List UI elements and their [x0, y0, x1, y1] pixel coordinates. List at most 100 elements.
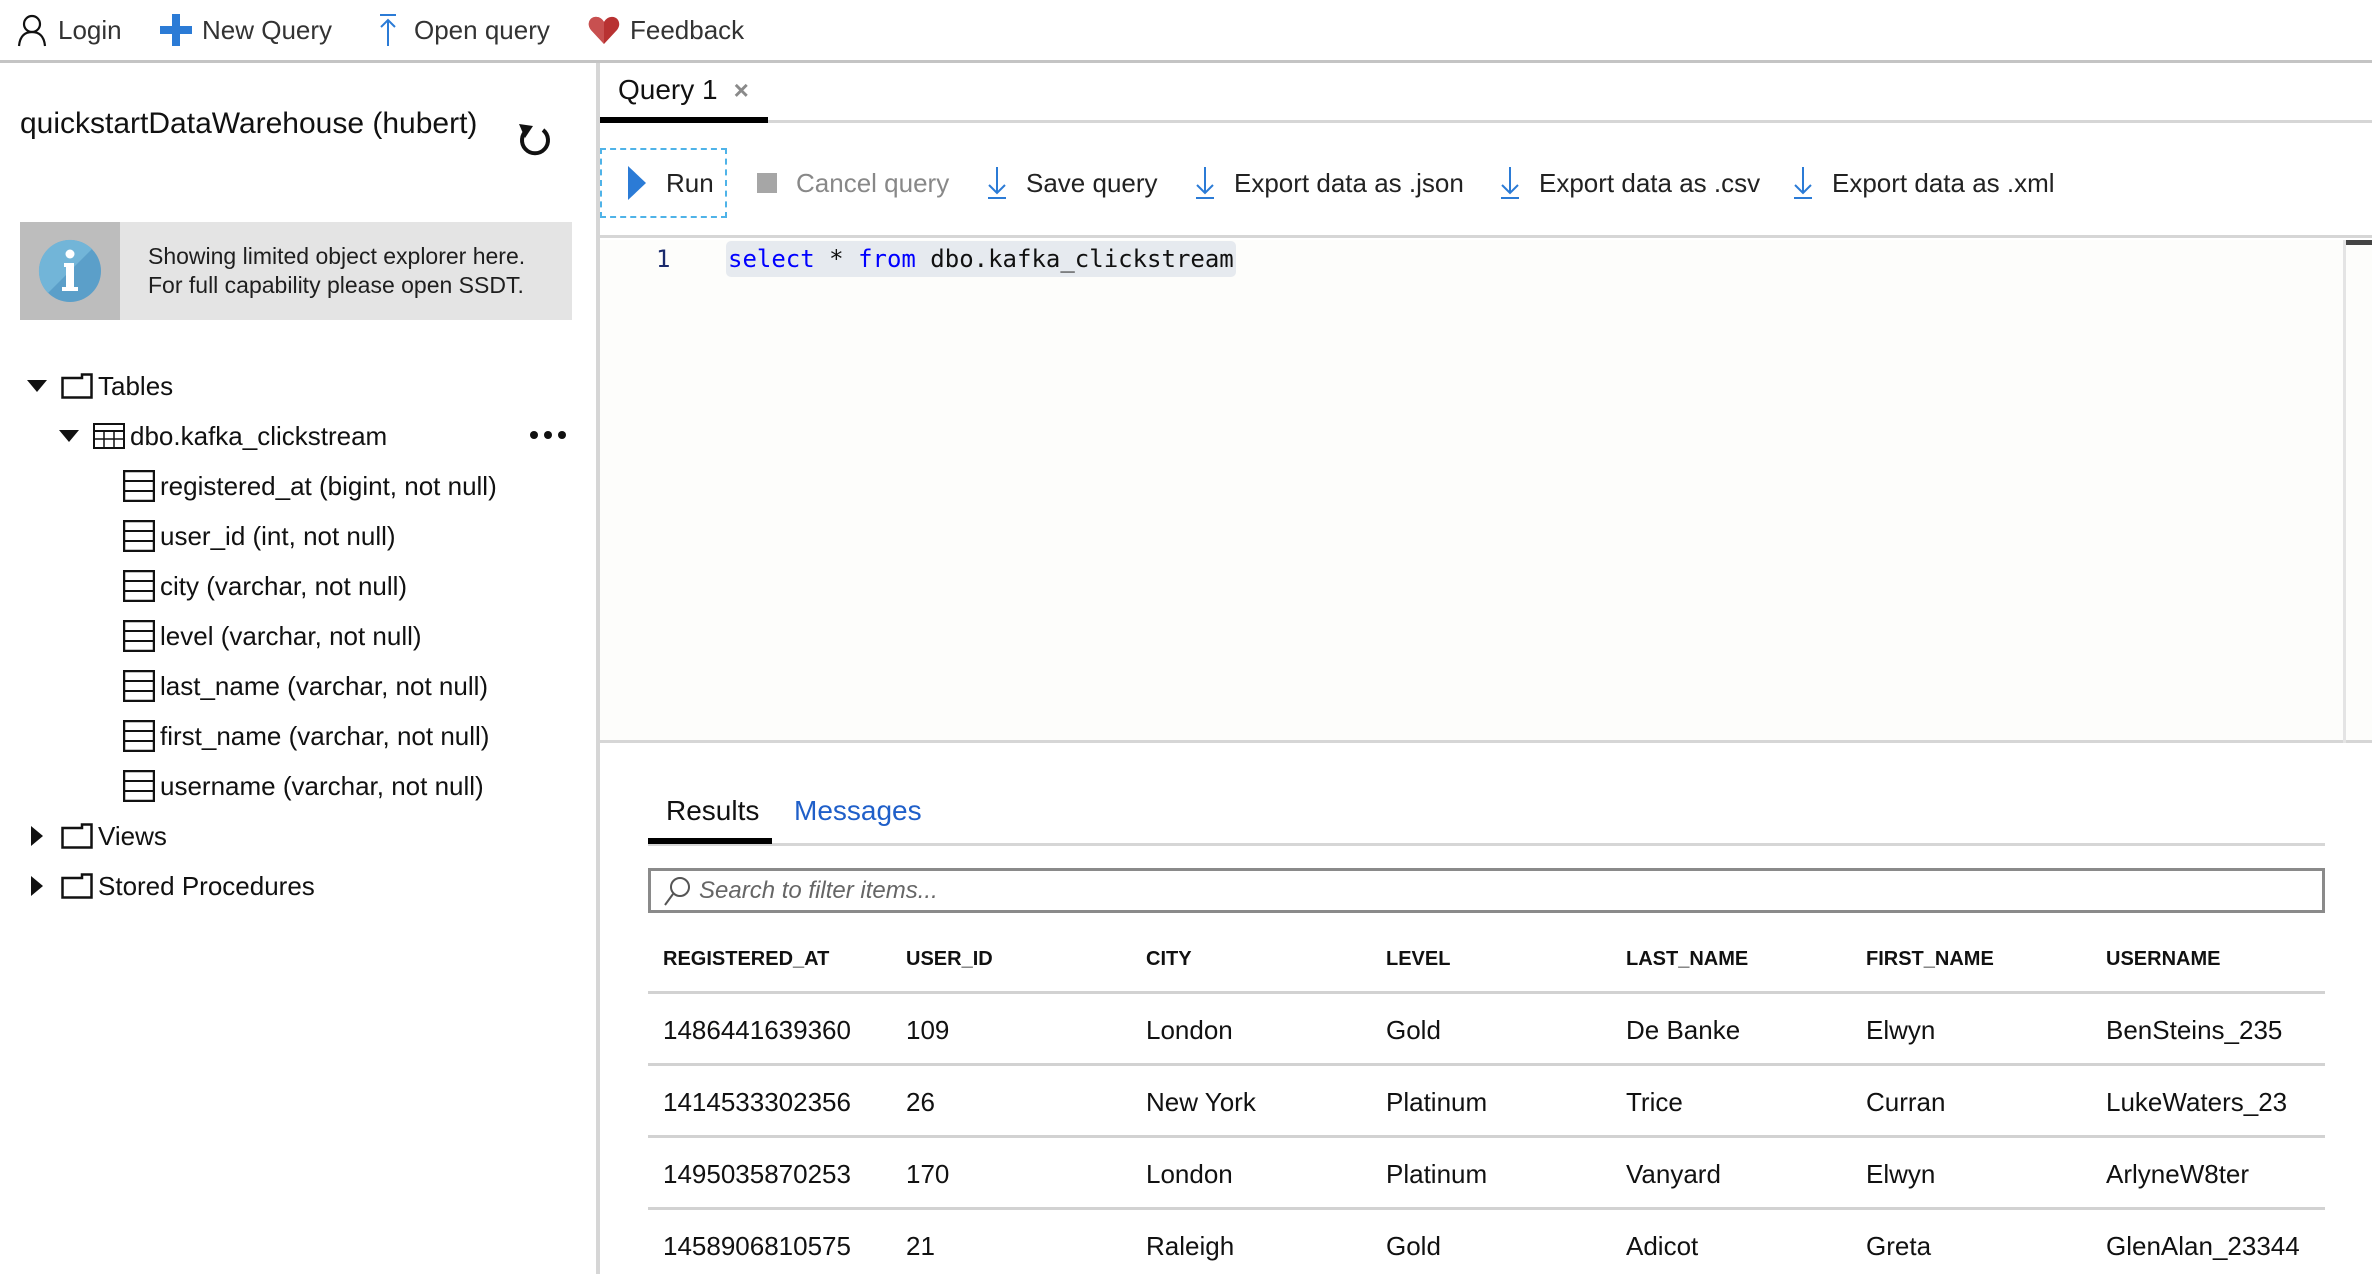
table-row[interactable]: 1486441639360 109 London Gold De Banke E…	[648, 994, 2325, 1066]
column-icon	[122, 770, 156, 802]
editor-scrollbar-track[interactable]	[2343, 240, 2346, 743]
column-icon	[122, 520, 156, 552]
column-icon	[122, 620, 156, 652]
column-header[interactable]: REGISTERED_AT	[663, 923, 829, 995]
cell-last-name: Trice	[1626, 1086, 1683, 1117]
table-row[interactable]: 1495035870253 170 London Platinum Vanyar…	[648, 1138, 2325, 1210]
cell-level: Gold	[1386, 1230, 1441, 1261]
column-icon	[122, 570, 156, 602]
results-grid: REGISTERED_AT USER_ID CITY LEVEL LAST_NA…	[648, 923, 2325, 1274]
export-csv-label: Export data as .csv	[1539, 167, 1761, 198]
editor-overview-ruler-thumb[interactable]	[2346, 240, 2372, 245]
column-header[interactable]: LEVEL	[1386, 923, 1450, 995]
top-toolbar: Login New Query Open query Feedback	[0, 0, 2372, 63]
info-banner: Showing limited object explorer here. Fo…	[20, 222, 572, 320]
tree-node-column[interactable]: user_id (int, not null)	[122, 516, 396, 556]
cell-city: London	[1146, 1014, 1233, 1045]
save-query-button[interactable]: Save query	[982, 148, 1158, 218]
person-icon	[14, 12, 50, 48]
results-tab-bar: Results Messages	[648, 773, 2325, 846]
query-toolbar: Run Cancel query Save query Export data …	[600, 126, 2372, 238]
cell-city: London	[1146, 1158, 1233, 1189]
download-arrow-icon	[1190, 165, 1220, 201]
column-header[interactable]: CITY	[1146, 923, 1192, 995]
folder-icon	[60, 821, 94, 851]
feedback-button[interactable]: Feedback	[586, 10, 744, 50]
folder-icon	[60, 871, 94, 901]
refresh-icon	[519, 124, 550, 156]
tab-results[interactable]: Results	[666, 795, 759, 827]
info-icon-panel	[20, 222, 120, 320]
export-xml-button[interactable]: Export data as .xml	[1788, 148, 2055, 218]
results-search-box[interactable]	[648, 868, 2325, 913]
cancel-query-button[interactable]: Cancel query	[752, 148, 949, 218]
play-icon	[622, 165, 652, 201]
code-operator: *	[814, 245, 859, 273]
search-input[interactable]	[699, 876, 2199, 905]
column-header[interactable]: LAST_NAME	[1626, 923, 1748, 995]
tab-query-1[interactable]: Query 1 ×	[600, 63, 768, 123]
folder-icon	[60, 371, 94, 401]
active-tab-indicator	[648, 838, 772, 844]
caret-right-icon[interactable]	[26, 875, 48, 897]
cell-first-name: Greta	[1866, 1230, 1932, 1261]
run-label: Run	[666, 167, 714, 198]
close-icon[interactable]: ×	[734, 75, 749, 106]
tree-node-column[interactable]: level (varchar, not null)	[122, 616, 422, 656]
new-query-label: New Query	[202, 14, 333, 45]
tree-node-stored-procedures[interactable]: Stored Procedures	[26, 866, 315, 906]
open-query-button[interactable]: Open query	[370, 10, 550, 50]
cell-last-name: Adicot	[1626, 1230, 1699, 1261]
download-arrow-icon	[982, 165, 1012, 201]
cancel-label: Cancel query	[796, 167, 950, 198]
tree-label: city (varchar, not null)	[160, 570, 408, 601]
tree-node-column[interactable]: city (varchar, not null)	[122, 566, 407, 606]
tree-node-tables[interactable]: Tables	[26, 366, 173, 406]
tree-node-table-kafka-clickstream[interactable]: dbo.kafka_clickstream	[58, 416, 387, 456]
query-editor-pane: Query 1 × Run Cancel query Save query Ex…	[600, 63, 2372, 1274]
login-label: Login	[58, 14, 122, 45]
column-header[interactable]: USERNAME	[2106, 923, 2220, 995]
cell-username: LukeWaters_23	[2106, 1086, 2288, 1117]
sql-editor[interactable]: 1 select * from dbo.kafka_clickstream	[600, 240, 2372, 743]
export-csv-button[interactable]: Export data as .csv	[1495, 148, 1760, 218]
caret-right-icon[interactable]	[26, 825, 48, 847]
tree-node-column[interactable]: registered_at (bigint, not null)	[122, 466, 497, 506]
more-options-button[interactable]	[528, 423, 568, 447]
tree-node-views[interactable]: Views	[26, 816, 167, 856]
refresh-button[interactable]	[515, 118, 555, 162]
grid-header-row: REGISTERED_AT USER_ID CITY LEVEL LAST_NA…	[648, 923, 2325, 994]
column-header[interactable]: FIRST_NAME	[1866, 923, 1994, 995]
tab-messages[interactable]: Messages	[794, 795, 922, 827]
table-icon	[92, 421, 126, 451]
tab-label: Query 1	[618, 74, 718, 105]
caret-down-icon[interactable]	[58, 425, 80, 447]
export-xml-label: Export data as .xml	[1832, 167, 2055, 198]
open-query-label: Open query	[414, 14, 550, 45]
table-row[interactable]: 1414533302356 26 New York Platinum Trice…	[648, 1066, 2325, 1138]
run-button[interactable]: Run	[600, 148, 727, 218]
cell-registered-at: 1414533302356	[663, 1086, 851, 1117]
login-button[interactable]: Login	[14, 10, 122, 50]
tree-node-column[interactable]: last_name (varchar, not null)	[122, 666, 488, 706]
new-query-button[interactable]: New Query	[158, 10, 332, 50]
info-message: Showing limited object explorer here. Fo…	[120, 222, 525, 320]
search-icon	[664, 876, 690, 906]
column-icon	[122, 670, 156, 702]
caret-down-icon[interactable]	[26, 375, 48, 397]
tree-node-column[interactable]: username (varchar, not null)	[122, 766, 484, 806]
cell-user-id: 170	[906, 1158, 950, 1189]
code-line[interactable]: select * from dbo.kafka_clickstream	[726, 241, 1236, 277]
export-json-button[interactable]: Export data as .json	[1190, 148, 1464, 218]
column-header[interactable]: USER_ID	[906, 923, 993, 995]
table-row[interactable]: 1458906810575 21 Raleigh Gold Adicot Gre…	[648, 1210, 2325, 1274]
plus-icon	[158, 12, 194, 48]
cell-username: ArlyneW8ter	[2106, 1158, 2250, 1189]
cell-registered-at: 1495035870253	[663, 1158, 851, 1189]
cell-registered-at: 1486441639360	[663, 1014, 851, 1045]
info-line-1: Showing limited object explorer here.	[148, 243, 526, 269]
column-icon	[122, 470, 156, 502]
cell-user-id: 21	[906, 1230, 935, 1261]
cell-level: Platinum	[1386, 1158, 1488, 1189]
tree-node-column[interactable]: first_name (varchar, not null)	[122, 716, 489, 756]
